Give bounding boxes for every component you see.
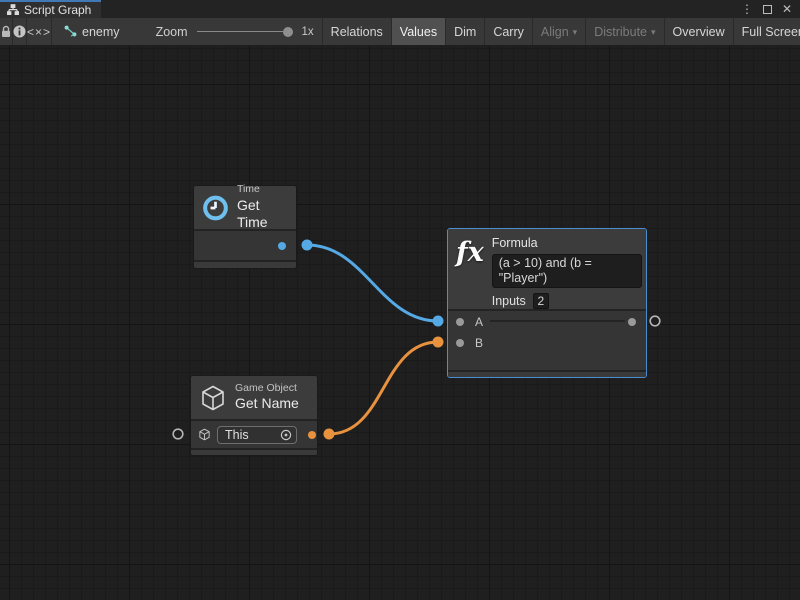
wire-get-name-to-formula-b[interactable] (329, 342, 438, 434)
cube-icon (199, 384, 227, 412)
maximize-icon (763, 5, 772, 14)
carry-button[interactable]: Carry (485, 18, 532, 45)
wire-endpoint-get-time[interactable] (302, 240, 313, 251)
wire-endpoint-formula-a[interactable] (433, 316, 444, 327)
game-object-port-icon (198, 428, 211, 441)
lock-icon (0, 25, 12, 38)
formula-fields: Formula (a > 10) and (b = "Player") Inpu… (492, 235, 642, 309)
clock-icon (202, 193, 229, 223)
zoom-slider[interactable] (197, 25, 293, 39)
zoom-value: 1x (302, 26, 314, 38)
target-object-field[interactable]: This (217, 426, 297, 444)
wire-layer (0, 46, 800, 600)
formula-footer (448, 372, 646, 377)
node-title: Get Name (235, 395, 299, 413)
formula-ports: A B (448, 311, 646, 370)
object-picker-icon[interactable] (280, 429, 292, 441)
formula-input-a-port[interactable] (456, 318, 464, 326)
node-category: Time (237, 183, 288, 196)
get-name-header: Game Object Get Name (191, 376, 317, 419)
relations-button-label: Relations (331, 25, 383, 39)
values-button[interactable]: Values (392, 18, 445, 45)
get-name-target-outer-ring[interactable] (173, 429, 183, 439)
formula-result-port[interactable] (628, 318, 636, 326)
get-time-output-port[interactable] (278, 242, 286, 250)
tab-bar-space (101, 0, 740, 18)
carry-button-label: Carry (493, 25, 524, 39)
info-icon (13, 25, 26, 38)
overview-button-label: Overview (673, 25, 725, 39)
node-get-name[interactable]: Game Object Get Name This (190, 375, 318, 456)
zoom-label: Zoom (156, 25, 188, 39)
get-name-ports: This (191, 421, 317, 448)
code-preview-button[interactable]: <×> (27, 18, 51, 45)
tab-bar: Script Graph ⋮ ✕ (0, 0, 800, 18)
get-time-footer (194, 262, 296, 268)
wire-endpoint-formula-b[interactable] (433, 337, 444, 348)
window-maximize-button[interactable] (760, 2, 774, 16)
port-row-a: A (448, 311, 646, 332)
script-graph-asset-icon (64, 25, 77, 38)
target-object-value: This (225, 428, 249, 442)
window-menu-button[interactable]: ⋮ (740, 2, 754, 16)
inspector-toggle-button[interactable] (13, 18, 26, 45)
get-name-output-port[interactable] (308, 431, 316, 439)
node-title: Formula (492, 236, 642, 250)
formula-header: fx Formula (a > 10) and (b = "Player") I… (448, 229, 646, 309)
get-time-header: Time Get Time (194, 186, 296, 229)
dim-button-label: Dim (454, 25, 476, 39)
code-icon: <×> (27, 25, 51, 39)
full-screen-button-label: Full Screen (742, 25, 800, 39)
dim-button[interactable]: Dim (446, 18, 484, 45)
formula-result-outer-ring[interactable] (650, 316, 660, 326)
distribute-dropdown-label: Distribute (594, 25, 647, 39)
formula-fx-icon: fx (456, 239, 484, 266)
tab-script-graph[interactable]: Script Graph (0, 0, 101, 18)
node-formula[interactable]: fx Formula (a > 10) and (b = "Player") I… (447, 228, 647, 378)
window-close-button[interactable]: ✕ (780, 2, 794, 16)
node-title: Get Time (237, 197, 288, 232)
formula-inputs-row: Inputs 2 (492, 293, 642, 309)
graph-breadcrumb[interactable]: enemy (52, 18, 128, 45)
wire-get-time-to-formula-a[interactable] (307, 245, 438, 321)
zoom-slider-track (197, 31, 283, 32)
inputs-label: Inputs (492, 294, 526, 308)
formula-input-b-port[interactable] (456, 339, 464, 347)
graph-canvas[interactable]: Time Get Time fx Formula (a > 10) and (b… (0, 46, 800, 600)
get-time-ports (194, 231, 296, 260)
graph-name: enemy (82, 25, 120, 39)
zoom-control: Zoom 1x (128, 18, 322, 45)
align-dropdown-label: Align (541, 25, 569, 39)
get-name-labels: Game Object Get Name (235, 382, 299, 413)
full-screen-button[interactable]: Full Screen (734, 18, 800, 45)
formula-expression-input[interactable]: (a > 10) and (b = "Player") (492, 254, 642, 288)
values-button-label: Values (400, 25, 437, 39)
graph-toolbar: <×> enemy Zoom 1x Relations Va (0, 18, 800, 46)
inputs-count-field[interactable]: 2 (533, 293, 549, 309)
chevron-down-icon: ▾ (651, 27, 656, 38)
port-row-b: B (448, 332, 646, 353)
hierarchy-icon (7, 4, 19, 16)
node-get-time[interactable]: Time Get Time (193, 185, 297, 269)
relations-button[interactable]: Relations (323, 18, 391, 45)
zoom-slider-handle[interactable] (283, 27, 293, 37)
node-category: Game Object (235, 382, 299, 395)
lock-button[interactable] (0, 18, 12, 45)
port-label-b: B (475, 336, 483, 350)
window-controls: ⋮ ✕ (740, 0, 800, 18)
overview-button[interactable]: Overview (665, 18, 733, 45)
align-dropdown[interactable]: Align ▾ (533, 18, 585, 45)
tab-title: Script Graph (24, 3, 91, 17)
distribute-dropdown[interactable]: Distribute ▾ (586, 18, 663, 45)
chevron-down-icon: ▾ (573, 27, 578, 38)
port-label-a: A (475, 315, 483, 329)
get-time-labels: Time Get Time (237, 183, 288, 231)
wire-endpoint-get-name[interactable] (324, 429, 335, 440)
script-graph-window: Script Graph ⋮ ✕ <×> (0, 0, 800, 600)
get-name-footer (191, 450, 317, 455)
